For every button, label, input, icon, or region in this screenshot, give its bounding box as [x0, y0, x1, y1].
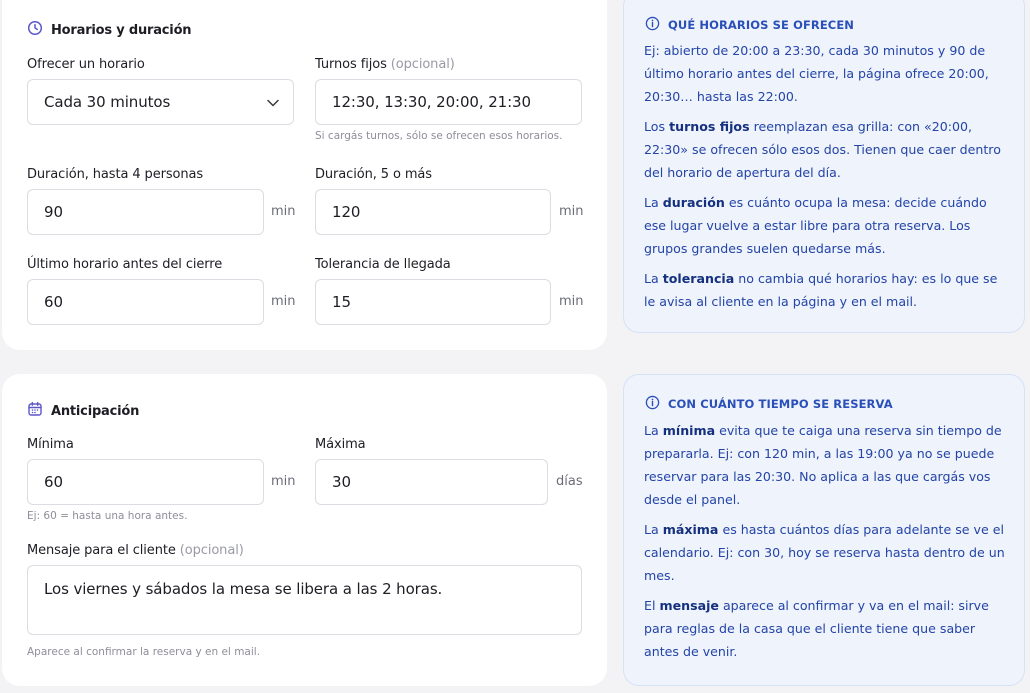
info-horarios-p1: Ej: abierto de 20:00 a 23:30, cada 30 mi… [644, 43, 989, 104]
dur-large-input[interactable]: 120 [315, 189, 551, 235]
dur-large-unit: min [559, 204, 584, 219]
min-input[interactable]: 60 [27, 459, 264, 505]
message-label-text: Mensaje para el cliente [27, 543, 176, 558]
horarios-section-title: Horarios y duración [27, 20, 192, 40]
info-anticipacion-title: CON CUÁNTO TIEMPO SE RESERVA [668, 397, 893, 411]
message-optional: (opcional) [179, 543, 244, 558]
dur-small-unit: min [271, 204, 296, 219]
last-label: Último horario antes del cierre [27, 257, 223, 272]
offer-select[interactable]: Cada 30 minutos [27, 79, 294, 125]
fixed-label-text: Turnos fijos [315, 57, 387, 72]
dur-small-input[interactable]: 90 [27, 189, 264, 235]
fixed-label: Turnos fijos (opcional) [315, 57, 455, 72]
horarios-title: Horarios y duración [51, 22, 192, 38]
min-unit: min [271, 474, 296, 489]
anticipacion-title: Anticipación [51, 403, 140, 419]
last-input[interactable]: 60 [27, 279, 264, 325]
anticipacion-card: Anticipación Mínima 60 min Ej: 60 = hast… [2, 374, 607, 686]
offer-select-value: Cada 30 minutos [44, 93, 171, 111]
info-anticipacion-p1: La mínima evita que te caiga una reserva… [644, 423, 1002, 507]
clock-icon [27, 20, 43, 40]
max-label: Máxima [315, 437, 366, 452]
min-label: Mínima [27, 437, 74, 452]
info-horarios-title: QUÉ HORARIOS SE OFRECEN [668, 18, 855, 32]
dur-small-label: Duración, hasta 4 personas [27, 167, 204, 182]
info-anticipacion-p2: La máxima es hasta cuántos días para ade… [644, 522, 1005, 583]
info-panel-anticipacion: CON CUÁNTO TIEMPO SE RESERVA La mínima e… [623, 374, 1025, 686]
dur-large-label: Duración, 5 o más [315, 167, 432, 182]
info-icon [645, 395, 660, 413]
tolerance-label: Tolerancia de llegada [315, 257, 451, 272]
offer-label: Ofrecer un horario [27, 57, 145, 72]
max-unit: días [556, 474, 583, 489]
message-textarea[interactable]: Los viernes y sábados la mesa se libera … [27, 565, 582, 635]
message-hint: Aparece al confirmar la reserva y en el … [27, 646, 261, 658]
chevron-down-icon [267, 93, 279, 111]
message-label: Mensaje para el cliente (opcional) [27, 543, 244, 558]
horarios-card: Horarios y duración Ofrecer un horario C… [2, 0, 607, 350]
tolerance-unit: min [559, 294, 584, 309]
fixed-optional: (opcional) [390, 57, 455, 72]
last-unit: min [271, 294, 296, 309]
calendar-icon [27, 401, 43, 421]
info-horarios-heading: QUÉ HORARIOS SE OFRECEN [645, 16, 854, 34]
info-horarios-p3: La duración es cuánto ocupa la mesa: dec… [644, 195, 987, 256]
fixed-hint: Si cargás turnos, sólo se ofrecen esos h… [315, 130, 563, 142]
min-hint: Ej: 60 = hasta una hora antes. [27, 510, 188, 522]
tolerance-input[interactable]: 15 [315, 279, 551, 325]
info-anticipacion-heading: CON CUÁNTO TIEMPO SE RESERVA [645, 395, 893, 413]
info-panel-horarios: QUÉ HORARIOS SE OFRECEN Ej: abierto de 2… [623, 0, 1025, 333]
info-icon [645, 16, 660, 34]
fixed-turns-input[interactable]: 12:30, 13:30, 20:00, 21:30 [315, 79, 582, 125]
max-input[interactable]: 30 [315, 459, 548, 505]
anticipacion-section-title: Anticipación [27, 401, 139, 421]
info-horarios-p2: Los turnos fijos reemplazan esa grilla: … [644, 119, 1001, 180]
info-anticipacion-p3: El mensaje aparece al confirmar y va en … [644, 598, 989, 659]
info-horarios-p4: La tolerancia no cambia qué horarios hay… [644, 271, 998, 309]
